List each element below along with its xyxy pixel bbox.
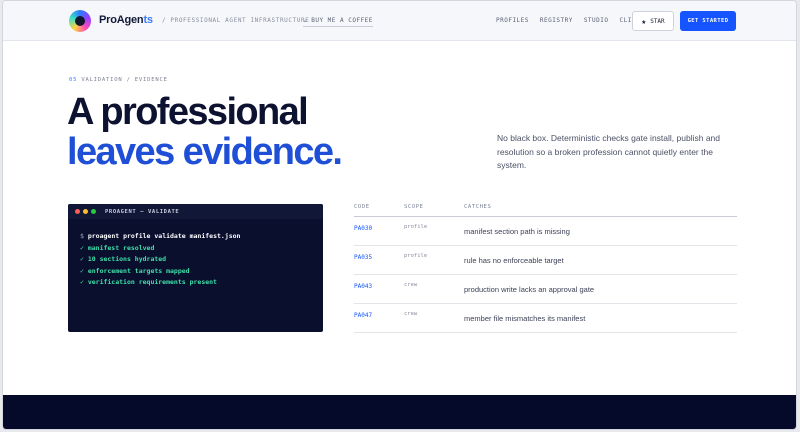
row-scope: profile — [404, 223, 428, 230]
headline-line-2: leaves evidence. — [67, 131, 343, 173]
nav-link-studio[interactable]: STUDIO — [584, 17, 609, 24]
terminal-titlebar: PROAGENT — VALIDATE — [68, 204, 323, 219]
row-code: PA043 — [354, 283, 373, 290]
terminal-line: ✓ manifest resolved — [80, 243, 155, 252]
terminal-command-line: $ proagent profile validate manifest.jso… — [80, 231, 323, 243]
column-header-scope: SCOPE — [404, 204, 424, 210]
star-button[interactable]: ★ STAR — [632, 11, 674, 31]
nav-links: PROFILES REGISTRY STUDIO CLI — [496, 17, 632, 24]
table-row: PA047 crew member file mismatches its ma… — [354, 304, 737, 333]
row-catch: manifest section path is missing — [464, 226, 570, 236]
row-code: PA030 — [354, 225, 373, 232]
brand-name-main: ProAgen — [99, 14, 144, 26]
row-scope: profile — [404, 252, 428, 259]
footer-band — [3, 395, 796, 429]
get-started-button[interactable]: GET STARTED — [680, 11, 736, 31]
row-catch: production write lacks an approval gate — [464, 284, 595, 294]
lede-paragraph: No black box. Deterministic checks gate … — [497, 133, 720, 170]
close-dot-icon[interactable] — [75, 209, 80, 214]
terminal-prompt: $ — [80, 232, 84, 240]
terminal-window: PROAGENT — VALIDATE $ proagent profile v… — [68, 204, 323, 332]
section-eyebrow: 05 VALIDATION / EVIDENCE — [69, 77, 168, 83]
column-header-code: CODE — [354, 204, 370, 210]
row-code: PA047 — [354, 312, 373, 319]
section-number: 05 — [69, 77, 78, 83]
row-code: PA035 — [354, 254, 373, 261]
minimize-dot-icon[interactable] — [83, 209, 88, 214]
validation-codes-table: CODE SCOPE CATCHES PA030 profile manifes… — [354, 204, 737, 333]
terminal-output: $ proagent profile validate manifest.jso… — [68, 219, 323, 289]
nav-link-cli[interactable]: CLI — [620, 17, 632, 24]
column-header-catches: CATCHES — [464, 204, 492, 210]
nav-link-profiles[interactable]: PROFILES — [496, 17, 529, 24]
brand-name-highlight: ts — [143, 14, 153, 26]
terminal-line: ✓ verification requirements present — [80, 278, 217, 286]
table-row: PA030 profile manifest section path is m… — [354, 217, 737, 246]
brand-name[interactable]: ProAgents — [99, 14, 153, 26]
maximize-dot-icon[interactable] — [91, 209, 96, 214]
table-row: PA035 profile rule has no enforceable ta… — [354, 246, 737, 275]
logo-icon[interactable] — [69, 10, 91, 32]
row-catch: member file mismatches its manifest — [464, 313, 586, 323]
row-catch: rule has no enforceable target — [464, 255, 564, 265]
terminal-line: ✓ 10 sections hydrated — [80, 255, 167, 263]
row-scope: crew — [404, 310, 418, 317]
headline-line-1: A professional — [67, 91, 309, 133]
top-navigation: ProAgents / PROFESSIONAL AGENT INFRASTRU… — [3, 1, 796, 41]
terminal-title: PROAGENT — VALIDATE — [105, 208, 180, 215]
buy-me-a-coffee-link[interactable]: ☕ BUY ME A COFFEE — [303, 17, 373, 27]
star-button-label: STAR — [650, 17, 665, 25]
page-frame: ProAgents / PROFESSIONAL AGENT INFRASTRU… — [2, 0, 797, 430]
table-header: CODE SCOPE CATCHES — [354, 204, 737, 217]
nav-link-registry[interactable]: REGISTRY — [540, 17, 573, 24]
tagline: / PROFESSIONAL AGENT INFRASTRUCTURE — [162, 17, 310, 24]
section-label: VALIDATION / EVIDENCE — [77, 77, 168, 83]
terminal-command: proagent profile validate manifest.json — [87, 232, 241, 240]
row-scope: crew — [404, 281, 418, 288]
table-row: PA043 crew production write lacks an app… — [354, 275, 737, 304]
terminal-line: ✓ enforcement targets mapped — [80, 266, 190, 275]
star-icon: ★ — [641, 16, 647, 26]
